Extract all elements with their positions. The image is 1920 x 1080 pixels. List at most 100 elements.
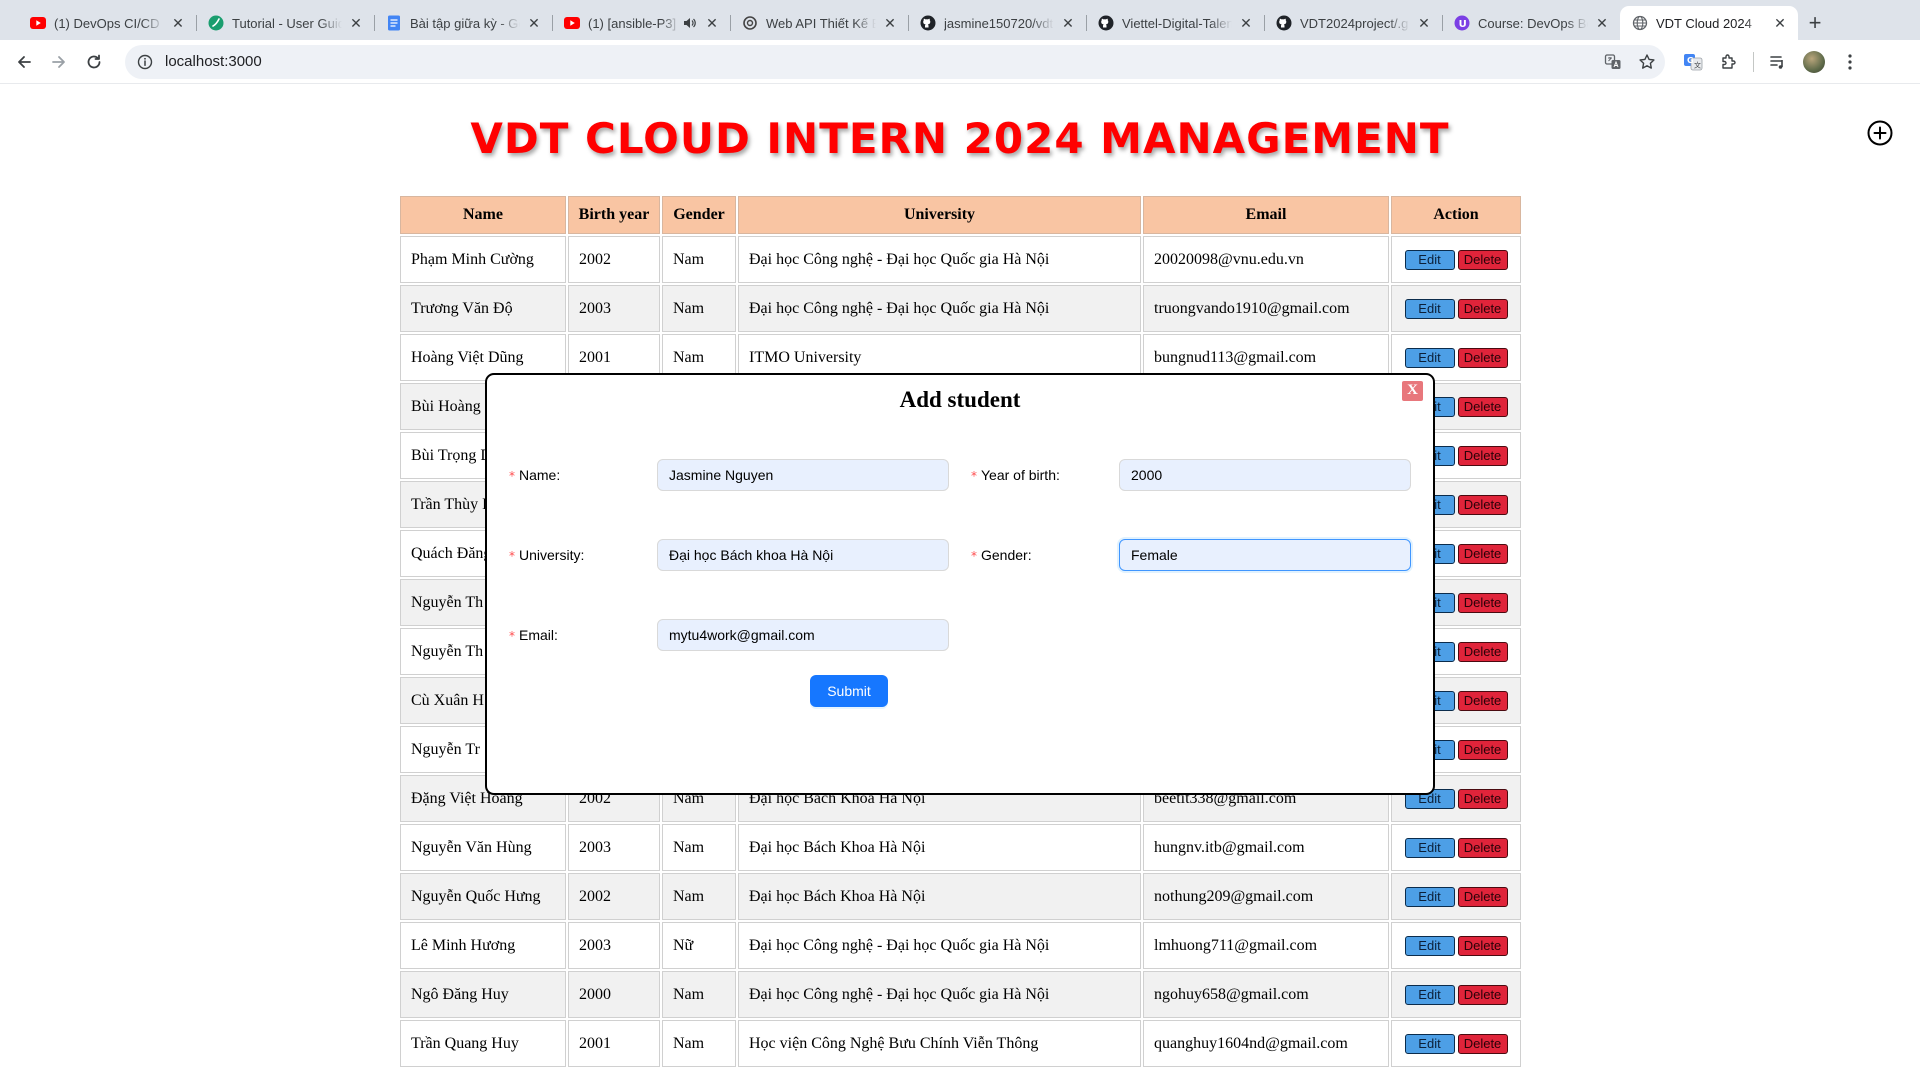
reading-list-button[interactable] <box>1760 46 1796 78</box>
extensions-button[interactable] <box>1711 46 1747 78</box>
add-student-button[interactable] <box>1867 120 1893 146</box>
required-mark: * <box>971 549 977 563</box>
year-of-birth-input[interactable] <box>1119 459 1411 491</box>
forward-button[interactable] <box>43 46 75 78</box>
site-info-icon[interactable] <box>137 54 153 70</box>
tab-title: Bài tập giữa kỳ - Go <box>410 15 520 31</box>
table-row: Trần Quang Huy 2001 Nam Học viện Công Nghệ … <box>400 1020 1521 1067</box>
tab-close-icon[interactable]: ✕ <box>170 15 186 31</box>
tab-title: Viettel-Digital-Talen <box>1122 15 1232 31</box>
cell-gender: Nữ <box>662 922 736 969</box>
browser-tab[interactable]: Viettel-Digital-Talen ✕ <box>1086 6 1264 40</box>
name-input[interactable] <box>657 459 949 491</box>
edit-button[interactable]: Edit <box>1404 935 1455 956</box>
edit-button[interactable]: Edit <box>1404 984 1455 1005</box>
tab-close-icon[interactable]: ✕ <box>1772 15 1788 31</box>
delete-button[interactable]: Delete <box>1457 935 1508 956</box>
gender-input[interactable] <box>1119 539 1411 571</box>
browser-tab[interactable]: U Course: DevOps Bo ✕ <box>1442 6 1620 40</box>
google-translate-extension[interactable]: G文 <box>1675 46 1711 78</box>
delete-button[interactable]: Delete <box>1457 788 1508 809</box>
page-viewport: VDT CLOUD INTERN 2024 MANAGEMENT Name Bi… <box>0 84 1920 1080</box>
delete-button[interactable]: Delete <box>1457 690 1508 711</box>
tab-close-icon[interactable]: ✕ <box>1416 15 1432 31</box>
google-translate-icon: G文 <box>1684 53 1703 70</box>
label-colon: : <box>1027 547 1032 563</box>
university-input[interactable] <box>657 539 949 571</box>
url-text[interactable]: localhost:3000 <box>165 53 262 70</box>
delete-button[interactable]: Delete <box>1457 886 1508 907</box>
delete-button[interactable]: Delete <box>1457 592 1508 613</box>
browser-menu-button[interactable] <box>1832 46 1868 78</box>
edit-button[interactable]: Edit <box>1404 249 1455 270</box>
tab-close-icon[interactable]: ✕ <box>704 15 720 31</box>
delete-button[interactable]: Delete <box>1457 641 1508 662</box>
cell-email: ngohuy658@gmail.com <box>1143 971 1389 1018</box>
cell-email: 20020098@vnu.edu.vn <box>1143 236 1389 283</box>
table-row: Nguyễn Quốc Hưng 2002 Nam Đại học Bách Khoa… <box>400 873 1521 920</box>
browser-tab[interactable]: VDT2024project/.g ✕ <box>1264 6 1442 40</box>
cell-email: quanghuy1604nd@gmail.com <box>1143 1020 1389 1067</box>
cell-name: Lê Minh Hương <box>400 922 566 969</box>
table-row: Trương Văn Độ 2003 Nam Đại học Công nghệ - … <box>400 285 1521 332</box>
speaker-icon[interactable] <box>682 15 698 31</box>
modal-title: Add student <box>899 387 1021 412</box>
delete-button[interactable]: Delete <box>1457 494 1508 515</box>
label-colon: : <box>1055 467 1060 483</box>
cell-birth-year: 2003 <box>568 285 660 332</box>
name-label-text: Name <box>519 467 557 483</box>
column-header-university: University <box>738 196 1141 234</box>
browser-tab[interactable]: (1) DevOps CI/CD E ✕ <box>18 6 196 40</box>
tab-close-icon[interactable]: ✕ <box>348 15 364 31</box>
tab-close-icon[interactable]: ✕ <box>1594 15 1610 31</box>
cell-action: EditDelete <box>1391 873 1521 920</box>
star-icon <box>1639 53 1655 69</box>
new-tab-button[interactable]: + <box>1798 6 1832 40</box>
back-button[interactable] <box>8 46 40 78</box>
delete-button[interactable]: Delete <box>1457 984 1508 1005</box>
delete-button[interactable]: Delete <box>1457 1033 1508 1054</box>
tab-close-icon[interactable]: ✕ <box>882 15 898 31</box>
cell-action: EditDelete <box>1391 971 1521 1018</box>
delete-button[interactable]: Delete <box>1457 298 1508 319</box>
delete-button[interactable]: Delete <box>1457 739 1508 760</box>
cell-name: Trần Quang Huy <box>400 1020 566 1067</box>
browser-tab[interactable]: Tutorial - User Guid ✕ <box>196 6 374 40</box>
tab-title: jasmine150720/vdt <box>944 15 1054 31</box>
cell-university: Đại học Công nghệ - Đại học Quốc gia Hà … <box>738 971 1141 1018</box>
browser-tab[interactable]: (1) [ansible-P3] ✕ <box>552 6 730 40</box>
tab-close-icon[interactable]: ✕ <box>1060 15 1076 31</box>
delete-button[interactable]: Delete <box>1457 543 1508 564</box>
delete-button[interactable]: Delete <box>1457 347 1508 368</box>
tab-close-icon[interactable]: ✕ <box>1238 15 1254 31</box>
delete-button[interactable]: Delete <box>1457 837 1508 858</box>
tab-close-icon[interactable]: ✕ <box>526 15 542 31</box>
edit-button[interactable]: Edit <box>1404 886 1455 907</box>
cell-birth-year: 2002 <box>568 873 660 920</box>
address-bar[interactable]: localhost:3000 <box>125 44 1665 79</box>
reload-button[interactable] <box>78 46 110 78</box>
cell-action: EditDelete <box>1391 285 1521 332</box>
delete-button[interactable]: Delete <box>1457 396 1508 417</box>
delete-button[interactable]: Delete <box>1457 445 1508 466</box>
cell-action: EditDelete <box>1391 236 1521 283</box>
browser-tab[interactable]: VDT Cloud 2024 ✕ <box>1620 6 1798 40</box>
browser-tab[interactable]: jasmine150720/vdt ✕ <box>908 6 1086 40</box>
submit-button[interactable]: Submit <box>810 675 888 707</box>
arrow-left-icon <box>18 55 31 68</box>
delete-button[interactable]: Delete <box>1457 249 1508 270</box>
edit-button[interactable]: Edit <box>1404 298 1455 319</box>
profile-button[interactable] <box>1796 46 1832 78</box>
browser-tab[interactable]: Bài tập giữa kỳ - Go ✕ <box>374 6 552 40</box>
edit-button[interactable]: Edit <box>1404 837 1455 858</box>
github-icon <box>1098 15 1114 31</box>
modal-close-button[interactable]: X <box>1402 381 1423 401</box>
tab-list: (1) DevOps CI/CD E ✕ Tutorial - User Guid ✕… <box>18 6 1798 40</box>
translate-page-button[interactable] <box>1597 46 1629 78</box>
edit-button[interactable]: Edit <box>1404 1033 1455 1054</box>
email-input[interactable] <box>657 619 949 651</box>
cell-birth-year: 2000 <box>568 971 660 1018</box>
edit-button[interactable]: Edit <box>1404 347 1455 368</box>
bookmark-button[interactable] <box>1631 46 1663 78</box>
browser-tab[interactable]: Web API Thiết Kế B ✕ <box>730 6 908 40</box>
